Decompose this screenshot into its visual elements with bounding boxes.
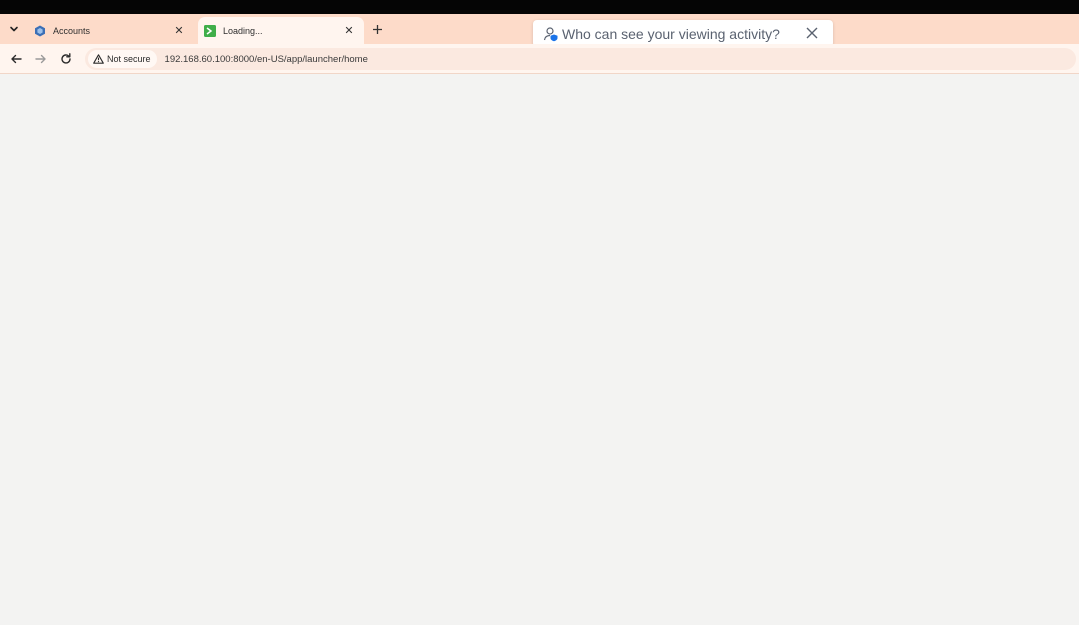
tab-title: Accounts bbox=[53, 25, 91, 36]
close-icon[interactable]: ✕ bbox=[172, 24, 186, 38]
new-tab-button[interactable] bbox=[368, 20, 386, 38]
window-top-bar bbox=[0, 0, 1079, 14]
reload-button[interactable] bbox=[57, 50, 75, 68]
browser-toolbar: Not secure 192.168.60.100:8000/en-US/app… bbox=[0, 44, 1079, 74]
app-logo-icon bbox=[34, 25, 46, 37]
tab-loading[interactable]: Loading... ✕ bbox=[198, 17, 364, 44]
url-text[interactable]: 192.168.60.100:8000/en-US/app/launcher/h… bbox=[165, 54, 368, 65]
privacy-user-icon bbox=[543, 26, 559, 42]
close-icon[interactable]: ✕ bbox=[342, 24, 356, 38]
security-indicator[interactable]: Not secure bbox=[88, 50, 157, 68]
address-bar[interactable]: Not secure 192.168.60.100:8000/en-US/app… bbox=[85, 48, 1076, 70]
back-button[interactable] bbox=[7, 50, 25, 68]
forward-button[interactable] bbox=[32, 50, 50, 68]
warning-icon bbox=[93, 54, 104, 64]
tab-search-button[interactable] bbox=[4, 19, 24, 39]
popup-text: Who can see your viewing activity? bbox=[562, 25, 780, 42]
page-content-area bbox=[0, 74, 1079, 625]
terminal-icon bbox=[204, 24, 216, 37]
privacy-popup[interactable]: Who can see your viewing activity? bbox=[533, 20, 833, 47]
arrow-left-icon bbox=[11, 54, 22, 64]
chevron-down-icon bbox=[10, 26, 18, 32]
reload-icon bbox=[61, 53, 71, 64]
security-label: Not secure bbox=[107, 54, 151, 64]
tab-accounts[interactable]: Accounts ✕ bbox=[28, 17, 194, 44]
close-icon[interactable] bbox=[805, 26, 819, 40]
plus-icon bbox=[372, 24, 382, 34]
tab-title: Loading... bbox=[223, 25, 263, 36]
arrow-right-icon bbox=[35, 54, 46, 64]
